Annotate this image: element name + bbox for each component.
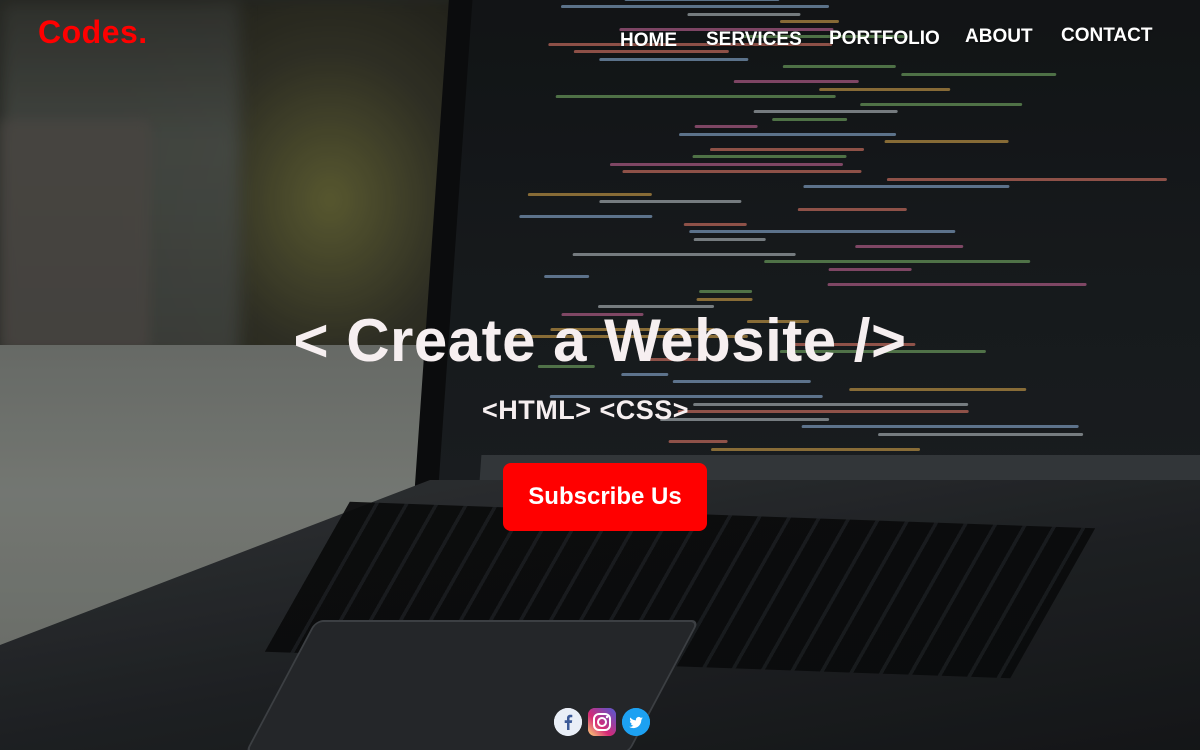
- nav-services[interactable]: SERVICES: [706, 29, 802, 51]
- twitter-icon[interactable]: [622, 708, 650, 736]
- hero-background-image: [0, 0, 1200, 750]
- hero-title: < Create a Website />: [293, 307, 907, 374]
- nav-about[interactable]: ABOUT: [965, 26, 1033, 48]
- facebook-icon[interactable]: [554, 708, 582, 736]
- main-nav: HOME SERVICES PORTFOLIO ABOUT CONTACT: [0, 0, 1200, 80]
- hero-subtitle: <HTML> <CSS>: [482, 395, 690, 425]
- dark-overlay: [0, 0, 1200, 750]
- subscribe-button[interactable]: Subscribe Us: [503, 463, 707, 531]
- social-links: [554, 708, 650, 738]
- nav-home[interactable]: HOME: [620, 30, 677, 52]
- instagram-icon[interactable]: [588, 708, 616, 736]
- nav-portfolio[interactable]: PORTFOLIO: [829, 28, 940, 50]
- nav-contact[interactable]: CONTACT: [1061, 25, 1152, 47]
